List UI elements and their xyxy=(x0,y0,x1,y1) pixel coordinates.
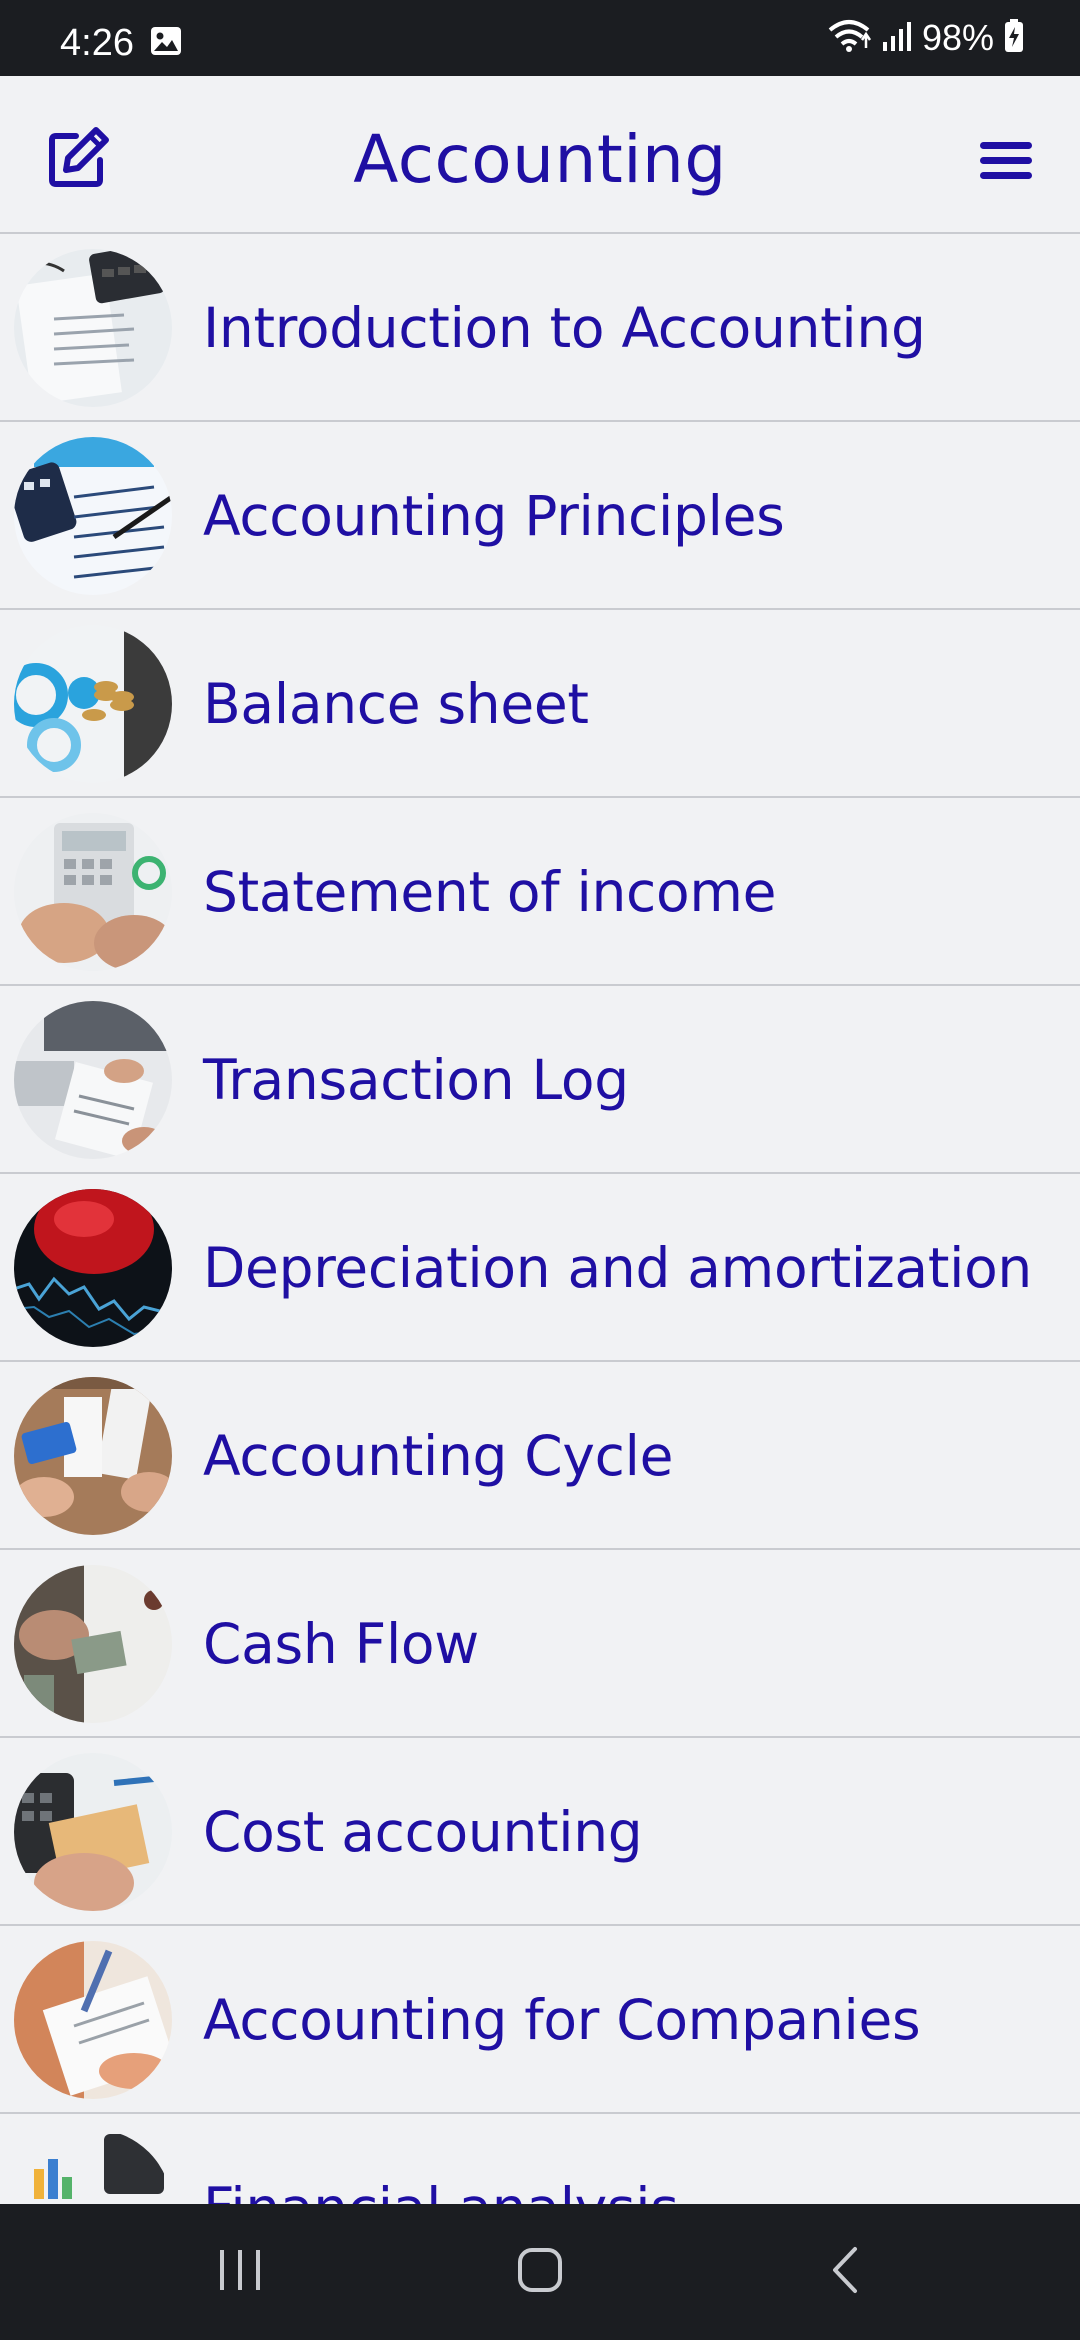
topic-label: Transaction Log xyxy=(203,1048,629,1112)
topic-label: Financial analysis xyxy=(203,2114,679,2204)
topic-label: Cost accounting xyxy=(203,1800,643,1864)
back-icon xyxy=(827,2245,861,2299)
topic-thumbnail xyxy=(14,249,172,407)
topic-label: Accounting Cycle xyxy=(203,1424,674,1488)
menu-button[interactable] xyxy=(970,132,1042,192)
topic-thumbnail xyxy=(14,1189,172,1347)
status-time: 4:26 xyxy=(60,22,134,64)
wifi-icon xyxy=(826,18,872,59)
list-item[interactable]: Accounting Principles xyxy=(0,422,1080,610)
back-button[interactable] xyxy=(804,2242,884,2302)
topic-thumbnail xyxy=(14,1001,172,1159)
list-item[interactable]: Financial analysis xyxy=(0,2114,1080,2204)
topic-thumbnail xyxy=(14,437,172,595)
topic-label: Accounting for Companies xyxy=(203,1988,921,2052)
list-item[interactable]: Accounting Cycle xyxy=(0,1362,1080,1550)
list-item[interactable]: Depreciation and amortization xyxy=(0,1174,1080,1362)
topic-label: Introduction to Accounting xyxy=(203,296,926,360)
list-item[interactable]: Accounting for Companies xyxy=(0,1926,1080,2114)
battery-charging-icon xyxy=(1004,18,1024,58)
topic-thumbnail xyxy=(14,1565,172,1723)
app-header: Accounting xyxy=(0,76,1080,234)
list-item[interactable]: Balance sheet xyxy=(0,610,1080,798)
topic-thumbnail xyxy=(14,1377,172,1535)
topic-label: Accounting Principles xyxy=(203,484,785,548)
battery-percent: 98% xyxy=(921,17,994,58)
list-item[interactable]: Cost accounting xyxy=(0,1738,1080,1926)
topic-thumbnail xyxy=(14,1753,172,1911)
recent-apps-button[interactable] xyxy=(200,2242,280,2302)
topic-thumbnail xyxy=(14,813,172,971)
list-item[interactable]: Cash Flow xyxy=(0,1550,1080,1738)
navigation-bar xyxy=(0,2204,1080,2340)
recent-apps-icon xyxy=(217,2248,263,2296)
topic-label: Statement of income xyxy=(203,860,777,924)
home-icon xyxy=(516,2246,564,2298)
page-title: Accounting xyxy=(353,121,727,198)
hamburger-menu-icon xyxy=(978,139,1034,185)
list-item[interactable]: Introduction to Accounting xyxy=(0,234,1080,422)
topic-thumbnail xyxy=(14,2129,172,2204)
topic-thumbnail xyxy=(14,1941,172,2099)
list-item[interactable]: Statement of income xyxy=(0,798,1080,986)
gallery-icon xyxy=(150,26,182,56)
topic-label: Depreciation and amortization xyxy=(203,1236,1032,1300)
status-indicators: 98% xyxy=(826,0,1024,76)
list-item[interactable]: Transaction Log xyxy=(0,986,1080,1174)
topic-thumbnail xyxy=(14,625,172,783)
topic-list[interactable]: Introduction to Accounting Accounting Pr… xyxy=(0,234,1080,2204)
status-bar: 4:26 98% xyxy=(0,0,1080,76)
signal-icon xyxy=(882,20,912,57)
topic-label: Cash Flow xyxy=(203,1612,479,1676)
home-button[interactable] xyxy=(500,2242,580,2302)
topic-label: Balance sheet xyxy=(203,672,589,736)
